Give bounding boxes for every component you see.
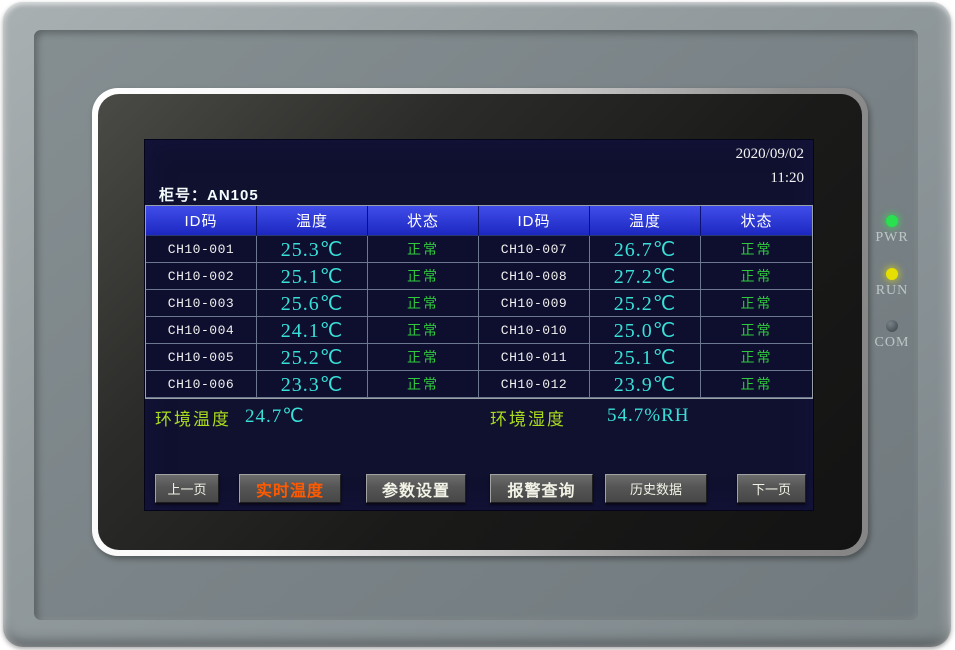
- run-led-light: [886, 268, 898, 280]
- date-text: 2020/09/02: [736, 146, 804, 163]
- screen-bezel-ring: 2020/09/02 11:20 柜号：AN105 ID码 温度 状态 ID码 …: [92, 88, 868, 556]
- ambient-row: 环境温度 24.7℃ 环境湿度 54.7%RH: [145, 401, 813, 435]
- ambient-temp-label: 环境温度: [155, 405, 231, 430]
- status-cell: 正常: [701, 263, 812, 290]
- temp-cell: 24.1℃: [257, 317, 368, 344]
- nav-param-settings-button[interactable]: 参数设置: [366, 474, 466, 503]
- header-cell-temp-left: 温度: [257, 206, 368, 236]
- id-cell: CH10-012: [479, 371, 590, 398]
- lcd-display: 2020/09/02 11:20 柜号：AN105 ID码 温度 状态 ID码 …: [145, 140, 813, 510]
- id-cell: CH10-010: [479, 317, 590, 344]
- run-led-label: RUN: [869, 283, 915, 299]
- header-cell-id-left: ID码: [146, 206, 257, 236]
- id-cell: CH10-008: [479, 263, 590, 290]
- id-cell: CH10-009: [479, 290, 590, 317]
- ambient-humidity-value: 54.7%RH: [607, 405, 689, 427]
- nav-realtime-temp-button[interactable]: 实时温度: [239, 474, 341, 503]
- id-cell: CH10-007: [479, 236, 590, 263]
- status-cell: 正常: [701, 344, 812, 371]
- temp-cell: 25.6℃: [257, 290, 368, 317]
- nav-alarm-query-button[interactable]: 报警查询: [490, 474, 593, 503]
- temp-cell: 23.3℃: [257, 371, 368, 398]
- temp-cell: 26.7℃: [590, 236, 701, 263]
- id-cell: CH10-006: [146, 371, 257, 398]
- ambient-temp-value: 24.7℃: [245, 405, 305, 428]
- header-cell-status-right: 状态: [701, 206, 812, 236]
- header-cell-temp-right: 温度: [590, 206, 701, 236]
- datetime: 2020/09/02 11:20: [736, 146, 804, 187]
- status-cell: 正常: [368, 344, 479, 371]
- status-cell: 正常: [368, 371, 479, 398]
- com-led-light: [886, 320, 898, 332]
- temp-cell: 25.0℃: [590, 317, 701, 344]
- led-run: RUN: [869, 268, 915, 299]
- nav-prev-page-button[interactable]: 上一页: [155, 474, 219, 503]
- device-frame: 2020/09/02 11:20 柜号：AN105 ID码 温度 状态 ID码 …: [3, 2, 951, 647]
- temp-cell: 25.2℃: [590, 290, 701, 317]
- status-cell: 正常: [701, 317, 812, 344]
- temp-cell: 27.2℃: [590, 263, 701, 290]
- temp-cell: 25.1℃: [257, 263, 368, 290]
- status-cell: 正常: [368, 317, 479, 344]
- temp-cell: 25.3℃: [257, 236, 368, 263]
- temp-cell: 23.9℃: [590, 371, 701, 398]
- id-cell: CH10-004: [146, 317, 257, 344]
- status-cell: 正常: [701, 371, 812, 398]
- cabinet-label: 柜号：AN105: [159, 184, 259, 205]
- nav-bar: 上一页 实时温度 参数设置 报警查询 历史数据 下一页: [145, 474, 813, 504]
- status-cell: 正常: [701, 290, 812, 317]
- status-cell: 正常: [368, 290, 479, 317]
- status-cell: 正常: [368, 236, 479, 263]
- led-pwr: PWR: [869, 215, 915, 246]
- id-cell: CH10-011: [479, 344, 590, 371]
- nav-history-data-button[interactable]: 历史数据: [605, 474, 707, 503]
- led-com: COM: [869, 320, 915, 351]
- pwr-led-light: [886, 215, 898, 227]
- pwr-led-label: PWR: [869, 230, 915, 246]
- temperature-table: ID码 温度 状态 ID码 温度 状态 CH10-001 25.3℃ 正常 CH…: [145, 205, 813, 399]
- time-text: 11:20: [736, 170, 804, 187]
- hmi-panel-photo: 2020/09/02 11:20 柜号：AN105 ID码 温度 状态 ID码 …: [0, 0, 955, 650]
- nav-next-page-button[interactable]: 下一页: [737, 474, 806, 503]
- ambient-humidity-label: 环境湿度: [490, 405, 566, 430]
- header-cell-status-left: 状态: [368, 206, 479, 236]
- header-cell-id-right: ID码: [479, 206, 590, 236]
- temp-cell: 25.1℃: [590, 344, 701, 371]
- com-led-label: COM: [869, 335, 915, 351]
- id-cell: CH10-005: [146, 344, 257, 371]
- status-cell: 正常: [701, 236, 812, 263]
- id-cell: CH10-002: [146, 263, 257, 290]
- screen-frame: 2020/09/02 11:20 柜号：AN105 ID码 温度 状态 ID码 …: [98, 94, 862, 550]
- temp-cell: 25.2℃: [257, 344, 368, 371]
- id-cell: CH10-003: [146, 290, 257, 317]
- status-cell: 正常: [368, 263, 479, 290]
- id-cell: CH10-001: [146, 236, 257, 263]
